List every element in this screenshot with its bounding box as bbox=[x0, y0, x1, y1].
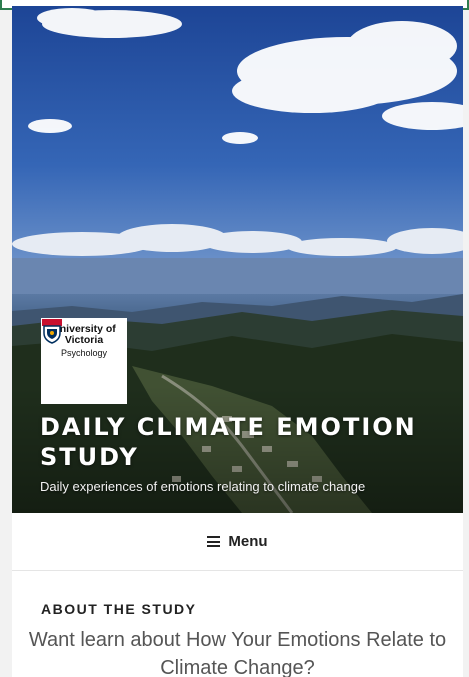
department-name: Psychology bbox=[60, 348, 108, 358]
header-image: University of Victoria Psychology DAILY … bbox=[12, 6, 463, 513]
hamburger-icon bbox=[207, 536, 221, 547]
site-title[interactable]: DAILY CLIMATE EMOTION STUDY bbox=[40, 412, 440, 472]
page-frame: University of Victoria Psychology DAILY … bbox=[12, 6, 463, 677]
crest-icon bbox=[42, 319, 62, 344]
menu-label: Menu bbox=[228, 533, 268, 550]
menu-toggle-button[interactable]: Menu bbox=[207, 533, 268, 550]
intro-text: Want learn about How Your Emotions Relat… bbox=[28, 629, 447, 677]
university-logo[interactable]: University of Victoria Psychology bbox=[41, 318, 127, 404]
navigation-bar: Menu bbox=[12, 513, 463, 571]
section-heading: ABOUT THE STUDY bbox=[41, 601, 197, 617]
site-tagline: Daily experiences of emotions relating t… bbox=[40, 479, 366, 494]
